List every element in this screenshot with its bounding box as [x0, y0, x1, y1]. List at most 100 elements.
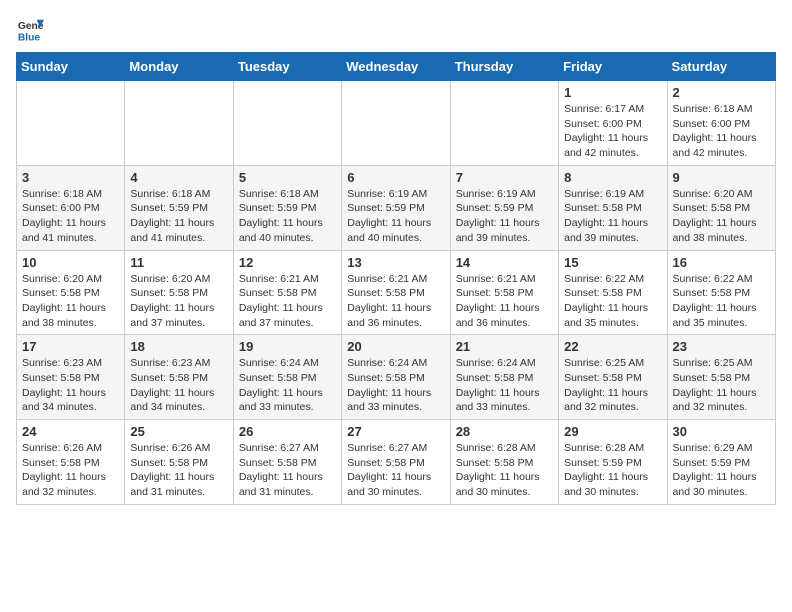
calendar-cell: 22 Sunrise: 6:25 AM Sunset: 5:58 PM Dayli…	[559, 335, 667, 420]
calendar-cell	[17, 81, 125, 166]
calendar-cell	[125, 81, 233, 166]
calendar-week-row: 1 Sunrise: 6:17 AM Sunset: 6:00 PM Daylig…	[17, 81, 776, 166]
calendar-cell: 8 Sunrise: 6:19 AM Sunset: 5:58 PM Daylig…	[559, 165, 667, 250]
day-info: Sunrise: 6:18 AM Sunset: 5:59 PM Dayligh…	[239, 187, 336, 246]
svg-text:Blue: Blue	[18, 32, 41, 43]
day-info: Sunrise: 6:25 AM Sunset: 5:58 PM Dayligh…	[564, 356, 661, 415]
day-number: 30	[673, 424, 770, 439]
calendar-week-row: 17Sunrise: 6:23 AM Sunset: 5:58 PM Dayli…	[17, 335, 776, 420]
day-number: 23	[673, 339, 770, 354]
day-info: Sunrise: 6:18 AM Sunset: 5:59 PM Dayligh…	[130, 187, 227, 246]
day-header-saturday: Saturday	[667, 53, 775, 81]
logo-icon: General Blue	[16, 16, 44, 44]
day-info: Sunrise: 6:27 AM Sunset: 5:58 PM Dayligh…	[239, 441, 336, 500]
calendar-cell: 26 Sunrise: 6:27 AM Sunset: 5:58 PM Dayli…	[233, 420, 341, 505]
day-number: 26	[239, 424, 336, 439]
day-number: 5	[239, 170, 336, 185]
day-info: Sunrise: 6:24 AM Sunset: 5:58 PM Dayligh…	[456, 356, 553, 415]
day-info: Sunrise: 6:24 AM Sunset: 5:58 PM Dayligh…	[347, 356, 444, 415]
day-number: 3	[22, 170, 119, 185]
calendar-cell: 19Sunrise: 6:24 AM Sunset: 5:58 PM Dayli…	[233, 335, 341, 420]
day-number: 4	[130, 170, 227, 185]
day-number: 14	[456, 255, 553, 270]
day-info: Sunrise: 6:27 AM Sunset: 5:58 PM Dayligh…	[347, 441, 444, 500]
day-number: 28	[456, 424, 553, 439]
day-info: Sunrise: 6:19 AM Sunset: 5:59 PM Dayligh…	[347, 187, 444, 246]
calendar-cell: 23 Sunrise: 6:25 AM Sunset: 5:58 PM Dayli…	[667, 335, 775, 420]
day-number: 18	[130, 339, 227, 354]
day-info: Sunrise: 6:18 AM Sunset: 6:00 PM Dayligh…	[22, 187, 119, 246]
day-number: 24	[22, 424, 119, 439]
day-info: Sunrise: 6:23 AM Sunset: 5:58 PM Dayligh…	[130, 356, 227, 415]
calendar-cell: 18 Sunrise: 6:23 AM Sunset: 5:58 PM Dayli…	[125, 335, 233, 420]
day-number: 25	[130, 424, 227, 439]
day-number: 1	[564, 85, 661, 100]
day-number: 10	[22, 255, 119, 270]
day-number: 20	[347, 339, 444, 354]
calendar-cell	[233, 81, 341, 166]
day-number: 2	[673, 85, 770, 100]
day-number: 11	[130, 255, 227, 270]
day-info: Sunrise: 6:18 AM Sunset: 6:00 PM Dayligh…	[673, 102, 770, 161]
day-info: Sunrise: 6:22 AM Sunset: 5:58 PM Dayligh…	[564, 272, 661, 331]
calendar-cell: 7 Sunrise: 6:19 AM Sunset: 5:59 PM Daylig…	[450, 165, 558, 250]
day-number: 8	[564, 170, 661, 185]
day-info: Sunrise: 6:21 AM Sunset: 5:58 PM Dayligh…	[456, 272, 553, 331]
day-number: 15	[564, 255, 661, 270]
day-number: 27	[347, 424, 444, 439]
day-number: 22	[564, 339, 661, 354]
calendar-cell: 4 Sunrise: 6:18 AM Sunset: 5:59 PM Daylig…	[125, 165, 233, 250]
calendar-header-row: SundayMondayTuesdayWednesdayThursdayFrid…	[17, 53, 776, 81]
day-info: Sunrise: 6:22 AM Sunset: 5:58 PM Dayligh…	[673, 272, 770, 331]
day-info: Sunrise: 6:17 AM Sunset: 6:00 PM Dayligh…	[564, 102, 661, 161]
calendar-cell: 29Sunrise: 6:28 AM Sunset: 5:59 PM Dayli…	[559, 420, 667, 505]
calendar-cell: 28 Sunrise: 6:28 AM Sunset: 5:58 PM Dayli…	[450, 420, 558, 505]
day-info: Sunrise: 6:26 AM Sunset: 5:58 PM Dayligh…	[130, 441, 227, 500]
day-info: Sunrise: 6:19 AM Sunset: 5:58 PM Dayligh…	[564, 187, 661, 246]
day-info: Sunrise: 6:19 AM Sunset: 5:59 PM Dayligh…	[456, 187, 553, 246]
calendar-table: SundayMondayTuesdayWednesdayThursdayFrid…	[16, 52, 776, 505]
day-info: Sunrise: 6:20 AM Sunset: 5:58 PM Dayligh…	[130, 272, 227, 331]
calendar-cell: 27 Sunrise: 6:27 AM Sunset: 5:58 PM Dayli…	[342, 420, 450, 505]
calendar-cell: 6 Sunrise: 6:19 AM Sunset: 5:59 PM Daylig…	[342, 165, 450, 250]
day-info: Sunrise: 6:24 AM Sunset: 5:58 PM Dayligh…	[239, 356, 336, 415]
calendar-cell: 24Sunrise: 6:26 AM Sunset: 5:58 PM Dayli…	[17, 420, 125, 505]
day-info: Sunrise: 6:23 AM Sunset: 5:58 PM Dayligh…	[22, 356, 119, 415]
day-number: 12	[239, 255, 336, 270]
logo: General Blue	[16, 16, 44, 44]
calendar-cell: 11 Sunrise: 6:20 AM Sunset: 5:58 PM Dayli…	[125, 250, 233, 335]
calendar-cell: 3 Sunrise: 6:18 AM Sunset: 6:00 PM Daylig…	[17, 165, 125, 250]
calendar-cell: 12 Sunrise: 6:21 AM Sunset: 5:58 PM Dayli…	[233, 250, 341, 335]
header: General Blue	[16, 16, 776, 44]
calendar-cell: 10 Sunrise: 6:20 AM Sunset: 5:58 PM Dayli…	[17, 250, 125, 335]
day-number: 7	[456, 170, 553, 185]
calendar-cell: 21 Sunrise: 6:24 AM Sunset: 5:58 PM Dayli…	[450, 335, 558, 420]
calendar-cell	[342, 81, 450, 166]
day-number: 21	[456, 339, 553, 354]
calendar-cell	[450, 81, 558, 166]
calendar-week-row: 24 Sunrise: 6:26 AM Sunset: 5:58 PM Dayli…	[17, 420, 776, 505]
calendar-cell: 1 Sunrise: 6:17 AM Sunset: 6:00 PM Daylig…	[559, 81, 667, 166]
day-info: Sunrise: 6:28 AM Sunset: 5:58 PM Dayligh…	[456, 441, 553, 500]
calendar-cell: 25 Sunrise: 6:26 AM Sunset: 5:58 PM Dayli…	[125, 420, 233, 505]
day-header-friday: Friday	[559, 53, 667, 81]
calendar-week-row: 10 Sunrise: 6:20 AM Sunset: 5:58 PM Dayli…	[17, 250, 776, 335]
day-info: Sunrise: 6:20 AM Sunset: 5:58 PM Dayligh…	[22, 272, 119, 331]
day-number: 6	[347, 170, 444, 185]
day-number: 9	[673, 170, 770, 185]
calendar-cell: 14 Sunrise: 6:21 AM Sunset: 5:58 PM Dayli…	[450, 250, 558, 335]
day-info: Sunrise: 6:25 AM Sunset: 5:58 PM Dayligh…	[673, 356, 770, 415]
day-number: 16	[673, 255, 770, 270]
day-header-thursday: Thursday	[450, 53, 558, 81]
calendar-cell: 13Sunrise: 6:21 AM Sunset: 5:58 PM Dayli…	[342, 250, 450, 335]
day-info: Sunrise: 6:21 AM Sunset: 5:58 PM Dayligh…	[347, 272, 444, 331]
day-info: Sunrise: 6:29 AM Sunset: 5:59 PM Dayligh…	[673, 441, 770, 500]
day-number: 29	[564, 424, 661, 439]
day-header-tuesday: Tuesday	[233, 53, 341, 81]
calendar-cell: 17Sunrise: 6:23 AM Sunset: 5:58 PM Dayli…	[17, 335, 125, 420]
day-info: Sunrise: 6:21 AM Sunset: 5:58 PM Dayligh…	[239, 272, 336, 331]
calendar-cell: 20 Sunrise: 6:24 AM Sunset: 5:58 PM Dayli…	[342, 335, 450, 420]
day-header-wednesday: Wednesday	[342, 53, 450, 81]
calendar-cell: 15 Sunrise: 6:22 AM Sunset: 5:58 PM Dayli…	[559, 250, 667, 335]
day-header-sunday: Sunday	[17, 53, 125, 81]
